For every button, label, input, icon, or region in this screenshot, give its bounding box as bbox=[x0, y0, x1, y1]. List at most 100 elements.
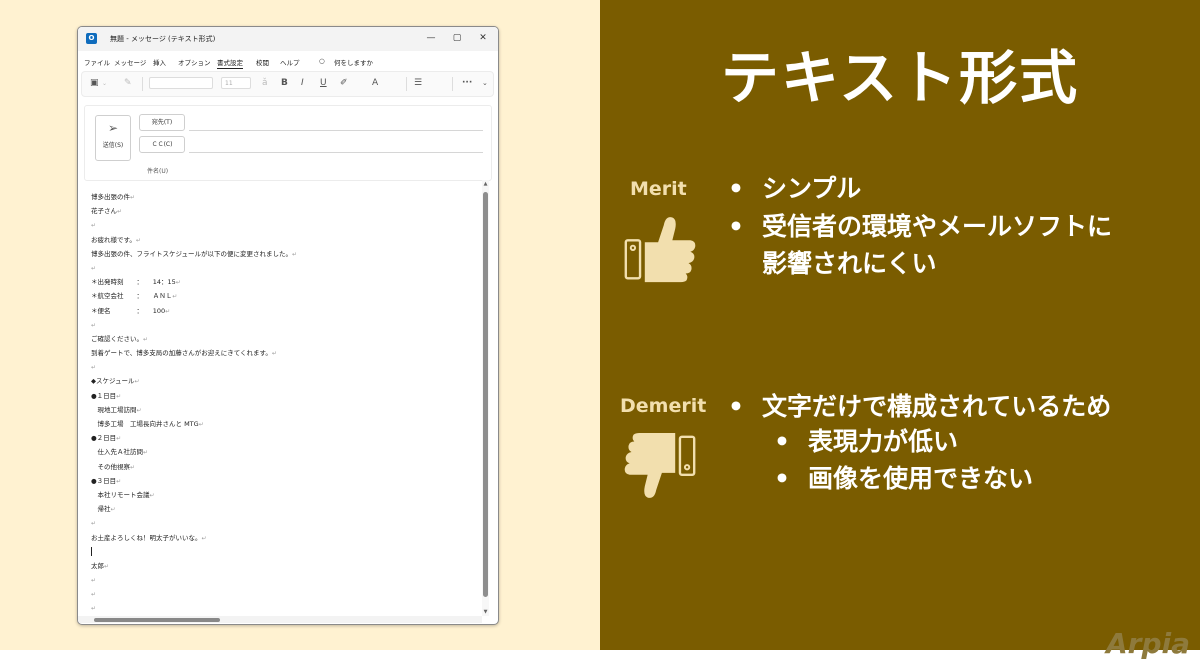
body-line-text: お疲れ様です。 bbox=[91, 235, 136, 244]
cc-field[interactable] bbox=[189, 152, 483, 153]
body-line[interactable]: その他視察↵ bbox=[91, 460, 476, 474]
body-line[interactable]: ご確認ください。↵ bbox=[91, 332, 476, 346]
body-line[interactable]: ↵ bbox=[91, 587, 476, 601]
paragraph-mark-icon: ↵ bbox=[91, 264, 97, 272]
demerit-text: 文字だけで構成されているため bbox=[762, 392, 1112, 421]
body-line-text: 博多工場 工場長向井さんと MTG bbox=[91, 420, 199, 428]
body-line-text: 博多出張の件 bbox=[91, 193, 130, 201]
demerit-sub-text: 表現力が低い bbox=[808, 427, 959, 456]
menu-insert[interactable]: 挿入 bbox=[153, 57, 166, 67]
body-line[interactable]: ↵ bbox=[91, 218, 476, 232]
paragraph-mark-icon: ↵ bbox=[110, 506, 116, 514]
tell-me-search[interactable]: 何をしますか bbox=[334, 57, 373, 67]
send-button[interactable]: ➢ 送信(S) bbox=[95, 115, 131, 161]
demerit-item: • 文字だけで構成されているため bbox=[728, 390, 1111, 424]
body-line[interactable]: 博多出張の件、フライトスケジュールが以下の便に変更されました。↵ bbox=[91, 247, 476, 261]
body-line[interactable] bbox=[91, 545, 476, 559]
body-line[interactable]: ◆スケジュール↵ bbox=[91, 374, 476, 388]
menu-file[interactable]: ファイル bbox=[84, 57, 110, 67]
body-line[interactable]: ●１日目↵ bbox=[91, 389, 476, 403]
chevron-down-icon[interactable]: ⌄ bbox=[102, 78, 107, 89]
paragraph-mark-icon: ↵ bbox=[198, 421, 204, 428]
font-color-icon[interactable]: A bbox=[372, 78, 378, 89]
font-name-select[interactable] bbox=[149, 77, 213, 89]
body-line[interactable]: ＊出発時刻 ： 14：15↵ bbox=[91, 275, 476, 289]
scroll-thumb[interactable] bbox=[94, 618, 220, 622]
paragraph-mark-icon: ↵ bbox=[135, 236, 141, 244]
bullet-dot: • bbox=[728, 212, 744, 241]
body-line[interactable]: ↵ bbox=[91, 318, 476, 332]
demerit-sub-item: • 表現力が低い bbox=[774, 425, 958, 459]
menu-help[interactable]: ヘルプ bbox=[280, 57, 300, 67]
body-line[interactable]: 本社リモート会議↵ bbox=[91, 488, 476, 502]
maximize-button[interactable]: ▢ bbox=[450, 32, 464, 44]
body-line[interactable]: ↵ bbox=[91, 360, 476, 374]
more-button[interactable]: ··· bbox=[462, 78, 472, 89]
body-line-text: ●１日目 bbox=[91, 391, 117, 400]
body-line[interactable]: ↵ bbox=[91, 601, 476, 615]
paragraph-mark-icon: ↵ bbox=[134, 378, 140, 386]
body-line[interactable]: ↵ bbox=[91, 516, 476, 530]
list-icon[interactable]: ☰ bbox=[414, 78, 422, 89]
message-body[interactable]: 博多出張の件↵ 花子さん↵ ↵ お疲れ様です。↵ 博多出張の件、フライトスケジュールが以… bbox=[91, 190, 476, 616]
scroll-thumb[interactable] bbox=[483, 192, 488, 597]
vertical-scrollbar[interactable]: ▲ ▼ bbox=[482, 180, 489, 616]
menu-message[interactable]: メッセージ bbox=[114, 57, 146, 67]
bullet-dot: • bbox=[774, 464, 790, 493]
scroll-down-icon[interactable]: ▼ bbox=[482, 609, 489, 615]
format-painter-icon[interactable]: ✎ bbox=[124, 78, 132, 89]
to-button[interactable]: 宛先(T) bbox=[139, 114, 185, 131]
body-line[interactable]: ＊航空会社 ： ＡＮＬ↵ bbox=[91, 289, 476, 303]
paragraph-mark-icon: ↵ bbox=[175, 279, 181, 287]
body-line[interactable]: 帰社↵ bbox=[91, 502, 476, 516]
horizontal-scrollbar[interactable] bbox=[78, 616, 482, 623]
minimize-button[interactable]: — bbox=[424, 32, 438, 44]
underline-button[interactable]: U bbox=[320, 78, 327, 89]
ribbon-expand-icon[interactable]: ⌄ bbox=[482, 78, 488, 89]
menu-format-text[interactable]: 書式設定 bbox=[217, 57, 243, 69]
close-button[interactable]: ✕ bbox=[476, 32, 490, 44]
body-line[interactable]: 博多工場 工場長向井さんと MTG↵ bbox=[91, 417, 476, 431]
scroll-up-icon[interactable]: ▲ bbox=[482, 181, 489, 187]
outlook-message-window: O 無題 - メッセージ (テキスト形式) — ▢ ✕ ファイル メッセージ 挿… bbox=[77, 26, 499, 625]
merit-item: • 受信者の環境やメールソフトに bbox=[728, 210, 1112, 244]
body-line[interactable]: 現地工場訪問↵ bbox=[91, 403, 476, 417]
body-line[interactable]: ↵ bbox=[91, 261, 476, 275]
body-line-text: その他視察 bbox=[91, 462, 131, 471]
body-line[interactable]: 仕入先Ａ社訪問↵ bbox=[91, 445, 476, 459]
font-size-value: 11 bbox=[225, 80, 233, 87]
paragraph-mark-icon: ↵ bbox=[130, 463, 136, 471]
compose-header: ➢ 送信(S) 宛先(T) ＣＣ(C) 件名(U) bbox=[84, 105, 492, 181]
body-line[interactable]: ↵ bbox=[91, 573, 476, 587]
body-line[interactable]: お疲れ様です。↵ bbox=[91, 233, 476, 247]
menu-options[interactable]: オプション bbox=[178, 57, 211, 67]
paragraph-mark-icon: ↵ bbox=[91, 364, 97, 372]
body-line[interactable]: 博多出張の件↵ bbox=[91, 190, 476, 204]
body-line[interactable]: ＊便名 ： 100↵ bbox=[91, 304, 476, 318]
paragraph-mark-icon: ↵ bbox=[201, 534, 207, 542]
menu-review[interactable]: 校閲 bbox=[256, 57, 269, 67]
body-line-text: 太郎 bbox=[91, 561, 104, 570]
cc-button[interactable]: ＣＣ(C) bbox=[139, 136, 185, 153]
font-size-select[interactable]: 11 bbox=[221, 77, 251, 89]
to-field[interactable] bbox=[189, 130, 483, 131]
body-line-text: 本社リモート会議 bbox=[91, 490, 150, 499]
paragraph-mark-icon: ↵ bbox=[116, 392, 122, 400]
body-line[interactable]: ●３日目↵ bbox=[91, 474, 476, 488]
italic-button[interactable]: I bbox=[301, 78, 304, 89]
body-line[interactable]: 花子さん↵ bbox=[91, 204, 476, 218]
bold-button[interactable]: B bbox=[281, 78, 288, 89]
paragraph-mark-icon: ↵ bbox=[91, 605, 97, 613]
body-line[interactable]: 到着ゲートで、博多支局の加藤さんがお迎えにきてくれます。↵ bbox=[91, 346, 476, 360]
highlight-icon[interactable]: ✐ bbox=[340, 78, 348, 89]
paragraph-mark-icon: ↵ bbox=[104, 562, 110, 570]
text-effect-icon[interactable]: ǎ bbox=[262, 78, 268, 89]
body-line[interactable]: ●２日目↵ bbox=[91, 431, 476, 445]
divider bbox=[406, 77, 407, 91]
menu-bar: ファイル メッセージ 挿入 オプション 書式設定 校閲 ヘルプ ○ 何をしますか bbox=[78, 55, 498, 69]
body-line-text: ＊便名 ： 100 bbox=[91, 306, 166, 315]
paste-icon[interactable]: ▣ bbox=[90, 78, 99, 89]
paragraph-mark-icon: ↵ bbox=[149, 491, 155, 499]
body-line[interactable]: お土産よろしくね！明太子がいいな。↵ bbox=[91, 531, 476, 545]
body-line[interactable]: 太郎↵ bbox=[91, 559, 476, 573]
